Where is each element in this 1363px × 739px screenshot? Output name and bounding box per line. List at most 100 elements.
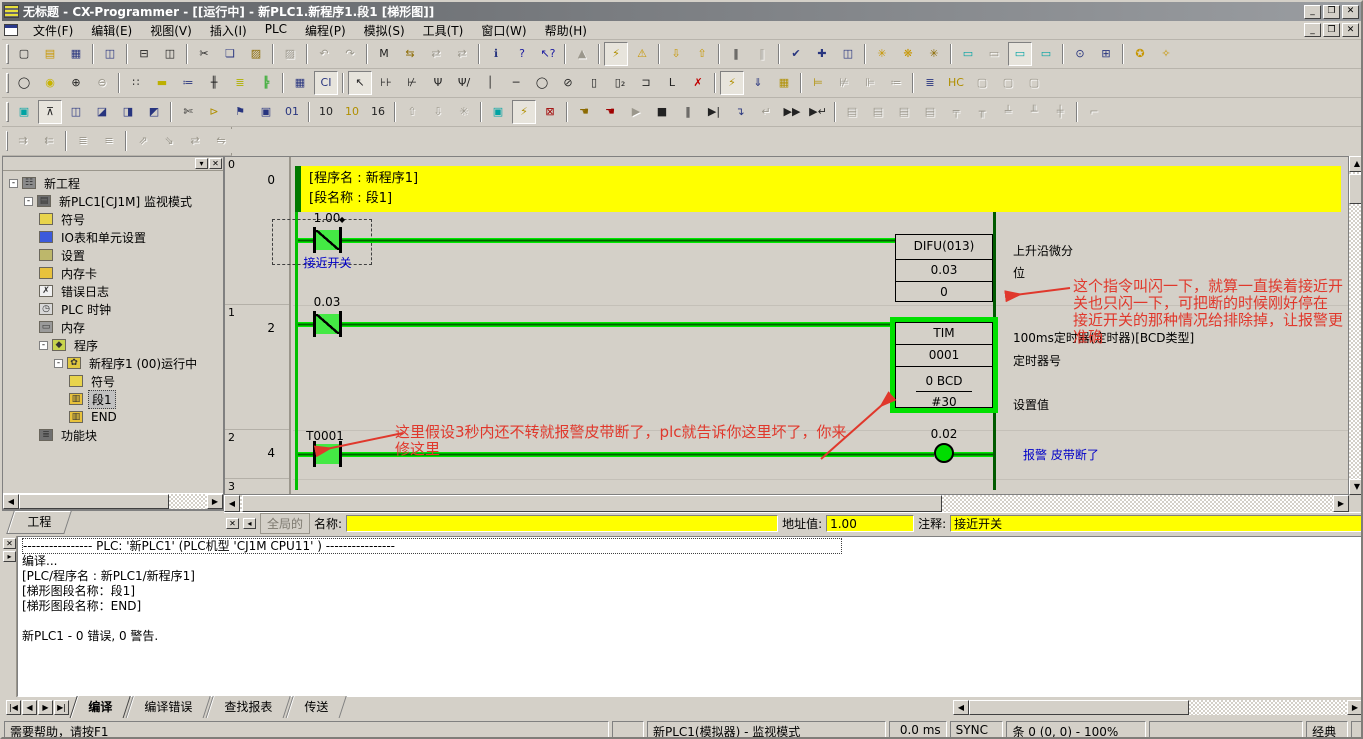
panel-close-button[interactable]: ✕ — [209, 158, 222, 169]
time-chart-monitor-icon[interactable]: ▦ — [772, 71, 796, 95]
simulator-exit-icon[interactable]: ⊠ — [538, 100, 562, 124]
toolbar-grip[interactable] — [6, 44, 9, 64]
copy-icon[interactable]: ❏ — [218, 42, 242, 66]
tree-item-plc-device[interactable]: -▤新PLC1[CJ1M] 监视模式 — [3, 192, 223, 210]
output-tab-传送[interactable]: 传送 — [285, 696, 346, 719]
new-closed-contact-icon[interactable]: ⊬ — [400, 71, 424, 95]
output-tab-编译[interactable]: 编译 — [69, 696, 130, 719]
menu-10[interactable]: 帮助(H) — [536, 20, 596, 41]
tree-item-section-end[interactable]: ▥END — [3, 408, 223, 426]
new-contact-icon[interactable]: ⊦⊦ — [374, 71, 398, 95]
scan-run-pause-icon[interactable]: ☚ — [572, 100, 596, 124]
zoom-in-icon[interactable]: ⊕ — [64, 71, 88, 95]
child-restore-button[interactable]: ❐ — [1323, 23, 1340, 37]
restore-button[interactable]: ❐ — [1323, 5, 1340, 19]
contact-t0001-open-contact[interactable] — [316, 444, 339, 464]
symbol-bar-prev-button[interactable]: ◂ — [243, 518, 256, 529]
rung-margin-2[interactable]: 2 4 — [225, 430, 289, 479]
tree-item-error-log[interactable]: ✗错误日志 — [3, 282, 223, 300]
invalidate-icon[interactable]: ✗ — [686, 71, 710, 95]
bookmark-flag-icon[interactable]: ⚑ — [228, 100, 252, 124]
scroll-right-button[interactable]: ▶ — [207, 494, 223, 509]
context-help-icon[interactable]: ↖? — [536, 42, 560, 66]
menu-9[interactable]: 窗口(W) — [472, 20, 535, 41]
tab-first-button[interactable]: |◀ — [6, 700, 21, 715]
mdi-child-icon[interactable] — [4, 24, 18, 36]
toolbar-grip[interactable] — [6, 131, 8, 151]
tab-project[interactable]: 工程 — [6, 511, 71, 534]
print-preview-icon[interactable]: ◫ — [158, 42, 182, 66]
tab-last-button[interactable]: ▶| — [54, 700, 69, 715]
monitor-dialog-icon[interactable]: ▣ — [254, 100, 278, 124]
zoom-tool-icon[interactable]: ◯ — [12, 71, 36, 95]
show-grid-icon[interactable]: ∷ — [124, 71, 148, 95]
new-closed-contact-or-icon[interactable]: Ψ/ — [452, 71, 476, 95]
release-password-icon[interactable]: ✧ — [1154, 42, 1178, 66]
scroll-thumb[interactable] — [19, 494, 169, 509]
symbol-name-input[interactable] — [346, 515, 778, 532]
scroll-up-button[interactable]: ▲ — [1349, 156, 1363, 172]
child-minimize-button[interactable]: _ — [1304, 23, 1321, 37]
force-on-icon[interactable]: ⊨ — [806, 71, 830, 95]
new-instruction-icon[interactable]: ▯ — [582, 71, 606, 95]
pv-monitor-icon[interactable]: HC — [944, 71, 968, 95]
tree-item-program-folder[interactable]: -◆程序 — [3, 336, 223, 354]
help-icon[interactable]: ? — [510, 42, 534, 66]
tree-item-io-table[interactable]: IO表和单元设置 — [3, 228, 223, 246]
output-tab-编译错误[interactable]: 编译错误 — [125, 696, 210, 719]
output-close-button[interactable]: ✕ — [3, 538, 16, 549]
scroll-right-button[interactable]: ▶ — [1347, 700, 1363, 715]
tim-instruction-block[interactable]: TIM 0001 0 BCD #30 — [890, 317, 998, 413]
function-block-invocation-icon[interactable]: ⊐ — [634, 71, 658, 95]
output-tab-查找报表[interactable]: 查找报表 — [205, 696, 290, 719]
work-online-icon[interactable]: ⚡ — [604, 42, 628, 66]
monitor-hex-icon[interactable]: 16 — [366, 100, 390, 124]
monitor-signed-decimal-icon[interactable]: 10 — [340, 100, 364, 124]
view-mnemonics-icon[interactable]: ⊼ — [38, 100, 62, 124]
tree-item-plc-clock[interactable]: ◷PLC 时钟 — [3, 300, 223, 318]
tree-expander[interactable]: - — [9, 179, 18, 188]
menu-6[interactable]: 编程(P) — [296, 20, 355, 41]
scroll-left-button[interactable]: ◀ — [224, 495, 240, 512]
view-diagram-icon[interactable]: ▣ — [12, 100, 36, 124]
view-report-icon[interactable]: ◫ — [98, 42, 122, 66]
output-coil-0.02[interactable] — [934, 443, 954, 463]
view-address-reference-icon[interactable]: ◨ — [116, 100, 140, 124]
menu-3[interactable]: 视图(V) — [141, 20, 201, 41]
mnemonic-view-icon[interactable]: ▦ — [288, 71, 312, 95]
tree-item-settings[interactable]: 设置 — [3, 246, 223, 264]
transfer-to-plc-icon[interactable]: ⇩ — [664, 42, 688, 66]
split-window-icon[interactable]: ✄ — [176, 100, 200, 124]
stop-icon[interactable]: ■ — [650, 100, 674, 124]
tree-item-function-blocks[interactable]: ≣功能块 — [3, 426, 223, 444]
ladder-vertical-scrollbar[interactable]: ▲ ▼ — [1349, 156, 1363, 495]
difu-instruction-block[interactable]: DIFU(013) 0.03 0 — [895, 234, 993, 302]
data-trace-window-icon[interactable]: ▭ — [1034, 42, 1058, 66]
tree-item-program1-symbols[interactable]: 符号 — [3, 372, 223, 390]
ladder-horizontal-scrollbar[interactable]: ◀ ▶ — [224, 495, 1349, 512]
select-mode-icon[interactable]: ↖ — [348, 71, 372, 95]
menu-5[interactable]: PLC — [256, 20, 296, 41]
output-expand-button[interactable]: ▸ — [3, 551, 16, 562]
cut-icon[interactable]: ✂ — [192, 42, 216, 66]
tab-prev-button[interactable]: ◀ — [22, 700, 37, 715]
rung-margin-1[interactable]: 1 2 — [225, 305, 289, 430]
pause-icon[interactable]: ‖ — [676, 100, 700, 124]
watch-window-list-icon[interactable]: ≣ — [918, 71, 942, 95]
cross-reference-report-icon[interactable]: ⊙ — [1068, 42, 1092, 66]
binary-display-icon[interactable]: 01 — [280, 100, 304, 124]
compare-with-plc-icon[interactable]: ⇧ — [690, 42, 714, 66]
simulator-connect-icon[interactable]: ▣ — [486, 100, 510, 124]
show-comment-list-icon[interactable]: ≔ — [176, 71, 200, 95]
add-section-icon[interactable]: ✚ — [810, 42, 834, 66]
memory-view-icon[interactable]: ⊞ — [1094, 42, 1118, 66]
find-icon[interactable]: M — [372, 42, 396, 66]
compile-output-text[interactable]: ---------------- PLC: '新PLC1' (PLC机型 'CJ… — [17, 536, 1363, 697]
toolbar-grip[interactable] — [6, 73, 9, 93]
menu-8[interactable]: 工具(T) — [414, 20, 473, 41]
watch-window-icon[interactable]: ▭ — [956, 42, 980, 66]
scan-run-trigger-icon[interactable]: ☚ — [598, 100, 622, 124]
minimize-button[interactable]: _ — [1304, 5, 1321, 19]
view-properties-icon[interactable]: ◩ — [142, 100, 166, 124]
tree-item-program1[interactable]: -✿新程序1 (00)运行中 — [3, 354, 223, 372]
